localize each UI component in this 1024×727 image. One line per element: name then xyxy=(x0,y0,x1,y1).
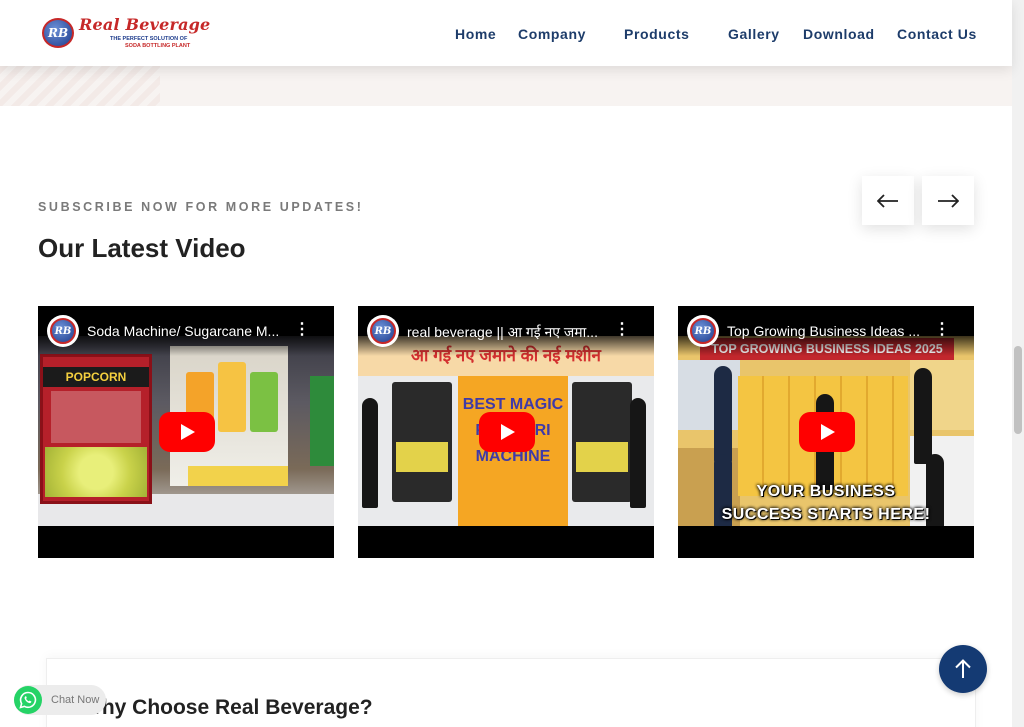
section-title: Our Latest Video xyxy=(38,233,246,263)
thumb-line-1: YOUR BUSINESS xyxy=(756,483,896,500)
arrow-up-icon xyxy=(955,659,971,678)
thumb-line-2: SUCCESS STARTS HERE! xyxy=(721,506,931,523)
channel-avatar[interactable]: RB xyxy=(687,315,719,347)
section-eyebrow: SUBSCRIBE NOW FOR MORE UPDATES! xyxy=(38,200,364,214)
carousel-next-button[interactable] xyxy=(922,176,974,225)
arrow-right-icon xyxy=(938,193,959,208)
youtube-play-icon[interactable] xyxy=(159,412,215,452)
nav-gallery[interactable]: Gallery xyxy=(728,26,780,42)
nav-company[interactable]: Company xyxy=(518,26,586,42)
nav-contact-us[interactable]: Contact Us xyxy=(897,26,977,42)
brand-tagline-1: THE PERFECT SOLUTION OF xyxy=(110,36,188,42)
video-card-1[interactable]: POPCORN RB Soda Machine/ Sugarcane M... … xyxy=(38,306,334,558)
more-vert-icon[interactable]: ⋮ xyxy=(294,322,310,338)
page-scrollbar[interactable] xyxy=(1012,0,1024,727)
carousel-prev-button[interactable] xyxy=(862,176,914,225)
site-header: RB Real Beverage THE PERFECT SOLUTION OF… xyxy=(0,0,1012,66)
chat-now-label[interactable]: Chat Now xyxy=(51,694,99,706)
thumb-text: POPCORN xyxy=(43,367,149,387)
brand-tagline-2: SODA BOTTLING PLANT xyxy=(125,43,191,49)
logo-badge-icon: RB xyxy=(42,18,74,48)
whatsapp-icon[interactable] xyxy=(14,686,42,714)
brand-logo[interactable]: RB Real Beverage THE PERFECT SOLUTION OF… xyxy=(42,14,212,54)
video-title[interactable]: Top Growing Business Ideas ... xyxy=(727,323,939,339)
nav-products[interactable]: Products xyxy=(624,26,689,42)
video-title[interactable]: Soda Machine/ Sugarcane M... xyxy=(87,323,299,339)
more-vert-icon[interactable]: ⋮ xyxy=(934,322,950,338)
hero-decoration xyxy=(0,66,160,106)
video-card-2[interactable]: आ गई नए जमाने की नई मशीन BEST MAGIC PANI… xyxy=(358,306,654,558)
channel-avatar[interactable]: RB xyxy=(47,315,79,347)
youtube-play-icon[interactable] xyxy=(799,412,855,452)
video-title[interactable]: real beverage || आ गई नए जमा... xyxy=(407,323,619,342)
video-card-3[interactable]: TOP GROWING BUSINESS IDEAS 2025 YOUR BUS… xyxy=(678,306,974,558)
more-vert-icon[interactable]: ⋮ xyxy=(614,322,630,338)
nav-download[interactable]: Download xyxy=(803,26,875,42)
nav-home[interactable]: Home xyxy=(455,26,496,42)
brand-name: Real Beverage xyxy=(79,15,211,34)
youtube-play-icon[interactable] xyxy=(479,412,535,452)
channel-avatar[interactable]: RB xyxy=(367,315,399,347)
why-choose-title: Why Choose Real Beverage? xyxy=(82,696,373,719)
scroll-to-top-button[interactable] xyxy=(939,645,987,693)
arrow-left-icon xyxy=(877,193,898,208)
popcorn-cart: POPCORN xyxy=(40,354,152,504)
scrollbar-thumb[interactable] xyxy=(1014,346,1022,434)
